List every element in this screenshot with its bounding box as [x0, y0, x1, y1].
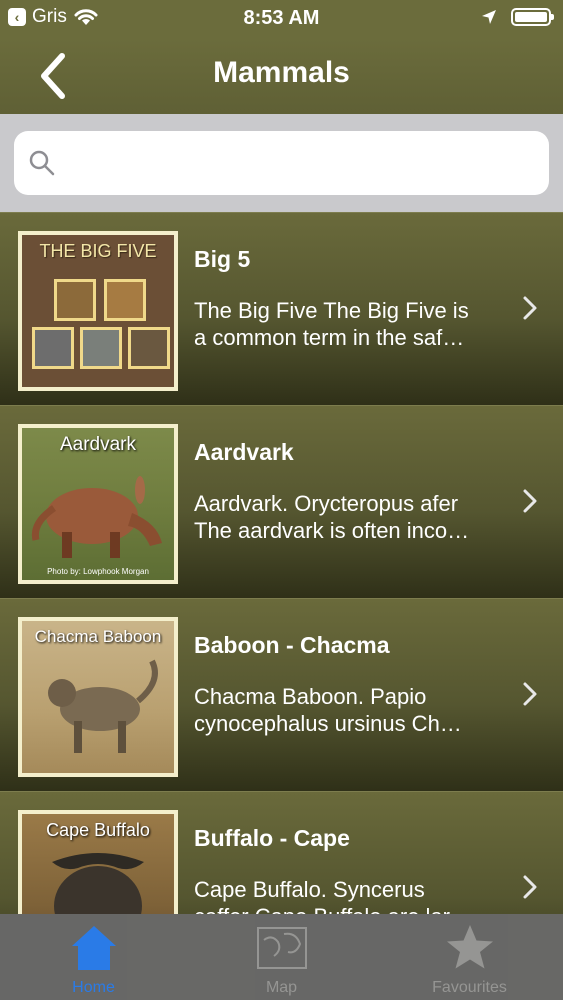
item-title: Aardvark: [194, 439, 294, 465]
item-description: Chacma Baboon. Papio cynocephalus ursinu…: [194, 683, 504, 737]
search-box[interactable]: [14, 131, 549, 195]
search-area: [0, 114, 563, 212]
tab-favourites[interactable]: Favourites: [376, 914, 563, 1000]
chevron-right-icon: [523, 489, 537, 513]
description-line-1: Aardvark. Orycteropus afer: [194, 491, 459, 516]
description-line-1: The Big Five The Big Five is: [194, 298, 469, 323]
list-item[interactable]: THE BIG FIVE Big 5 The Big Five The Big …: [0, 212, 563, 405]
star-icon: [446, 925, 493, 969]
thumbnail-image: Chacma Baboon: [22, 621, 174, 773]
search-input[interactable]: [66, 139, 540, 189]
tab-bar: Home Map Favourites: [0, 914, 563, 1000]
status-right: [481, 8, 554, 26]
thumbnail-caption: THE BIG FIVE: [39, 241, 157, 261]
description-line-2: cynocephalus ursinus Ch…: [194, 711, 462, 736]
thumbnail: THE BIG FIVE: [18, 231, 178, 391]
item-title: Baboon - Chacma: [194, 632, 390, 658]
chevron-right-icon: [523, 682, 537, 706]
item-title: Buffalo - Cape: [194, 825, 350, 851]
description-line-2: a common term in the saf…: [194, 325, 465, 350]
mammal-list: THE BIG FIVE Big 5 The Big Five The Big …: [0, 212, 563, 914]
thumbnail-image: Aardvark Photo by: Lowphook Morgan: [22, 428, 174, 580]
thumbnail-image: THE BIG FIVE: [22, 235, 174, 387]
item-description: Cape Buffalo. Syncerus caffer Cape Buffa…: [194, 876, 504, 914]
status-time: 8:53 AM: [243, 7, 320, 29]
thumbnail-image: Cape Buffalo: [22, 814, 174, 914]
list-item[interactable]: Cape Buffalo Buffalo - Cape Cape Buffalo…: [0, 791, 563, 914]
thumbnail: Cape Buffalo: [18, 810, 178, 914]
tab-favourites-label: Favourites: [432, 979, 507, 996]
tab-home[interactable]: Home: [0, 914, 187, 1000]
navigation-bar: Mammals: [0, 38, 563, 114]
item-title: Big 5: [194, 246, 251, 272]
thumbnail: Aardvark Photo by: Lowphook Morgan: [18, 424, 178, 584]
item-description: The Big Five The Big Five is a common te…: [194, 297, 504, 351]
chevron-right-icon: [523, 296, 537, 320]
tab-map[interactable]: Map: [188, 914, 375, 1000]
location-arrow-icon: [482, 10, 496, 24]
list-item[interactable]: Chacma Baboon Baboon - Chacma Chacma Bab…: [0, 598, 563, 791]
description-line-2: caffer Cape Buffalo are lar…: [194, 903, 504, 914]
item-description: Aardvark. Orycteropus afer The aardvark …: [194, 490, 504, 544]
description-line-2: The aardvark is often inco…: [194, 518, 470, 543]
battery-icon: [511, 8, 554, 26]
status-bar: ‹ Gris 8:53 AM: [0, 0, 563, 38]
page-title: Mammals: [213, 56, 350, 89]
search-icon: [29, 150, 55, 176]
list-item[interactable]: Aardvark Photo by: Lowphook Morgan Aardv…: [0, 405, 563, 598]
home-icon: [71, 926, 116, 970]
description-line-1: Chacma Baboon. Papio: [194, 684, 427, 709]
thumbnail-credit: Photo by: Lowphook Morgan: [47, 567, 149, 576]
description-line-1: Cape Buffalo. Syncerus: [194, 877, 425, 902]
map-icon: [256, 927, 307, 969]
tab-map-label: Map: [265, 979, 298, 996]
chevron-right-icon: [523, 875, 537, 899]
thumbnail: Chacma Baboon: [18, 617, 178, 777]
tab-home-label: Home: [72, 979, 115, 996]
